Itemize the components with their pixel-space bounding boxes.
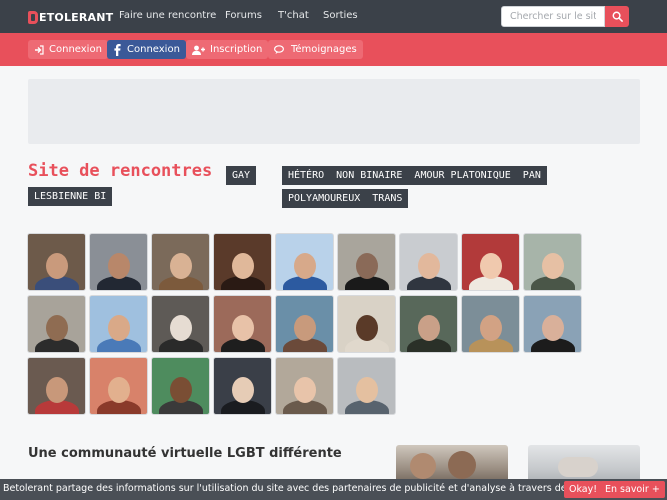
profile-photo-face	[479, 253, 502, 280]
profile-photo[interactable]	[27, 233, 86, 291]
profile-photo-face	[45, 253, 68, 280]
tag-group-2[interactable]: POLYAMOUREUX TRANS	[282, 189, 409, 208]
profile-photo[interactable]	[337, 295, 396, 353]
top-navbar: ETOLERANT Faire une rencontre Forums T'c…	[0, 0, 667, 33]
cookie-bar: Betolerant partage des informations sur …	[0, 479, 667, 500]
profile-photo-face	[293, 377, 316, 404]
profile-photo-face	[45, 377, 68, 404]
profile-photo-face	[293, 315, 316, 342]
tag-group-1[interactable]: HÉTÉRO NON BINAIRE AMOUR PLATONIQUE PAN	[282, 166, 547, 185]
profile-photo[interactable]	[275, 295, 334, 353]
profile-photo-face	[541, 315, 564, 342]
facebook-login-label: Connexion	[127, 44, 180, 55]
profile-photo[interactable]	[461, 295, 520, 353]
profile-photo[interactable]	[89, 357, 148, 415]
profile-photo-face	[417, 315, 440, 342]
section-title: Une communauté virtuelle LGBT différente	[28, 446, 342, 461]
thumbnail-person	[448, 451, 476, 479]
profile-photo[interactable]	[337, 233, 396, 291]
profile-photo-face	[417, 253, 440, 280]
comments-icon	[274, 44, 286, 55]
page-title: Site de rencontres	[28, 161, 213, 181]
facebook-login-button[interactable]: Connexion	[107, 40, 186, 59]
profile-photo-face	[169, 315, 192, 342]
profile-photo[interactable]	[275, 357, 334, 415]
profile-photo-face	[169, 377, 192, 404]
profile-photo-face	[479, 315, 502, 342]
profile-photo-face	[541, 253, 564, 280]
tag-lesbienne-bi[interactable]: LESBIENNE BI	[28, 187, 113, 206]
signup-label: Inscription	[210, 44, 263, 55]
profile-photo-face	[169, 253, 192, 280]
profile-photo[interactable]	[151, 295, 210, 353]
profile-photo[interactable]	[523, 233, 582, 291]
tag-gay[interactable]: GAY	[226, 166, 257, 185]
profile-photo-face	[107, 377, 130, 404]
ad-banner	[28, 79, 640, 144]
profile-photo[interactable]	[151, 357, 210, 415]
profile-photo[interactable]	[27, 295, 86, 353]
profile-photo[interactable]	[151, 233, 210, 291]
profile-photo-face	[355, 315, 378, 342]
thumbnail-person	[410, 453, 436, 479]
profile-photo[interactable]	[399, 233, 458, 291]
search-button[interactable]	[605, 6, 629, 27]
profile-photo-face	[231, 315, 254, 342]
cookie-more-button[interactable]: En savoir +	[600, 481, 665, 498]
profile-photo[interactable]	[213, 295, 272, 353]
nav-faire-une-rencontre[interactable]: Faire une rencontre	[119, 10, 216, 21]
profile-photo[interactable]	[213, 357, 272, 415]
nav-sorties[interactable]: Sorties	[323, 10, 358, 21]
profile-photo[interactable]	[89, 295, 148, 353]
signup-button[interactable]: Inscription	[186, 40, 269, 59]
profile-photo[interactable]	[275, 233, 334, 291]
site-logo[interactable]: ETOLERANT	[28, 10, 113, 24]
login-label: Connexion	[49, 44, 102, 55]
profile-photo-face	[107, 253, 130, 280]
testimonials-label: Témoignages	[291, 44, 357, 55]
profile-photo[interactable]	[337, 357, 396, 415]
nav-tchat[interactable]: T'chat	[278, 10, 309, 21]
testimonials-button[interactable]: Témoignages	[268, 40, 363, 59]
cookie-text: Betolerant partage des informations sur …	[3, 483, 614, 494]
thumbnail-person	[558, 457, 598, 477]
profile-photo-face	[231, 253, 254, 280]
search-input[interactable]	[501, 6, 605, 27]
nav-forums[interactable]: Forums	[225, 10, 262, 21]
cookie-ok-button[interactable]: Okay!	[564, 481, 603, 498]
account-bar: Connexion Connexion Inscription Témoigna…	[0, 33, 667, 66]
profile-photo-face	[355, 377, 378, 404]
profile-photo[interactable]	[523, 295, 582, 353]
sign-in-icon	[34, 44, 44, 55]
profile-photo-face	[107, 315, 130, 342]
profile-photo[interactable]	[461, 233, 520, 291]
profile-photo-face	[355, 253, 378, 280]
user-plus-icon	[192, 45, 205, 55]
facebook-icon	[113, 43, 122, 56]
profile-photo-face	[293, 253, 316, 280]
profile-photo[interactable]	[213, 233, 272, 291]
profile-photo[interactable]	[89, 233, 148, 291]
profile-photo[interactable]	[27, 357, 86, 415]
profile-photo-face	[231, 377, 254, 404]
logo-text: ETOLERANT	[39, 10, 114, 24]
search-icon	[612, 11, 623, 22]
profile-photo-face	[45, 315, 68, 342]
logo-mark-icon	[28, 10, 38, 24]
login-button[interactable]: Connexion	[28, 40, 108, 59]
profile-photo[interactable]	[399, 295, 458, 353]
